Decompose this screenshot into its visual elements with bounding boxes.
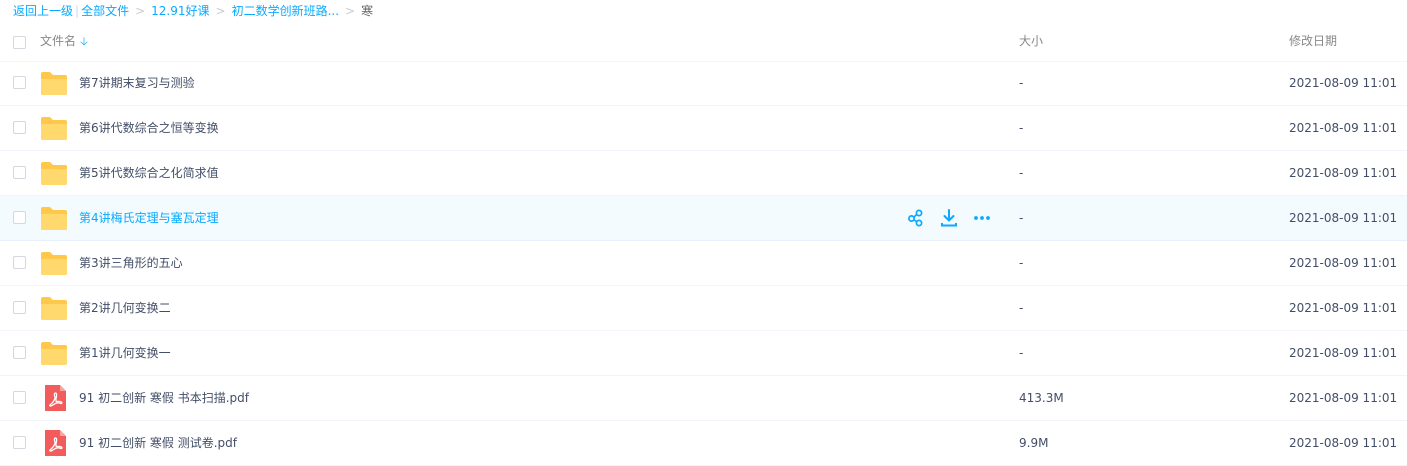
column-header-date[interactable]: 修改日期 [1289, 33, 1337, 49]
modified-date: 2021-08-09 11:01 [1289, 301, 1398, 315]
folder-icon [41, 342, 67, 365]
arrow-down-icon[interactable]: 🡣 [80, 35, 88, 48]
folder-icon [41, 252, 67, 275]
folder-row[interactable]: 第6讲代数综合之恒等变换 - 2021-08-09 11:01 [0, 106, 1407, 151]
folder-row[interactable]: 第3讲三角形的五心 - 2021-08-09 11:01 [0, 241, 1407, 286]
file-type-icon [40, 205, 68, 231]
modified-date: 2021-08-09 11:01 [1289, 166, 1398, 180]
column-header-name[interactable]: 文件名 🡣 [40, 33, 88, 50]
more-icon[interactable] [972, 208, 992, 228]
file-size: - [1019, 121, 1024, 135]
breadcrumb-item-all-files[interactable]: 全部文件 [81, 4, 129, 18]
file-type-icon [40, 430, 68, 456]
pdf-file-icon [45, 430, 66, 456]
file-list-header: 文件名 🡣 大小 修改日期 [0, 20, 1407, 62]
file-name-link[interactable]: 第6讲代数综合之恒等变换 [79, 120, 219, 136]
breadcrumb-item-folder-1[interactable]: 12.91好课 [151, 4, 209, 18]
breadcrumb: 返回上一级 | 全部文件 >12.91好课 > 初二数学创新班路... > 寒 [13, 3, 373, 19]
file-size: - [1019, 301, 1024, 315]
share-icon[interactable] [906, 208, 926, 228]
row-checkbox[interactable] [13, 166, 26, 179]
file-row[interactable]: 91 初二创新 寒假 书本扫描.pdf 413.3M 2021-08-09 11:0… [0, 376, 1407, 421]
column-header-name-label: 文件名 [40, 34, 77, 48]
file-size: 413.3M [1019, 391, 1064, 405]
breadcrumb-chevron: > [215, 4, 226, 18]
folder-row[interactable]: 第7讲期末复习与测验 - 2021-08-09 11:01 [0, 61, 1407, 106]
file-size: - [1019, 211, 1024, 225]
file-size: - [1019, 346, 1024, 360]
pdf-file-icon [45, 385, 66, 411]
breadcrumb-chevron: > [135, 4, 146, 18]
file-size: - [1019, 76, 1024, 90]
download-icon[interactable] [939, 208, 959, 228]
file-type-icon [40, 70, 68, 96]
modified-date: 2021-08-09 11:01 [1289, 76, 1398, 90]
file-name-link[interactable]: 第5讲代数综合之化简求值 [79, 165, 219, 181]
breadcrumb-chevron: > [345, 4, 356, 18]
file-name-link[interactable]: 第1讲几何变换一 [79, 345, 171, 361]
breadcrumb-separator: | [75, 4, 80, 18]
breadcrumb-current: 寒 [361, 4, 374, 18]
file-type-icon [40, 160, 68, 186]
folder-icon [41, 207, 67, 230]
modified-date: 2021-08-09 11:01 [1289, 256, 1398, 270]
folder-icon [41, 297, 67, 320]
breadcrumb-item-folder-2[interactable]: 初二数学创新班路... [232, 4, 339, 18]
file-size: - [1019, 256, 1024, 270]
column-header-size[interactable]: 大小 [1019, 33, 1043, 49]
file-type-icon [40, 115, 68, 141]
file-type-icon [40, 340, 68, 366]
folder-row[interactable]: 第1讲几何变换一 - 2021-08-09 11:01 [0, 331, 1407, 376]
row-checkbox[interactable] [13, 301, 26, 314]
modified-date: 2021-08-09 11:01 [1289, 391, 1398, 405]
row-checkbox[interactable] [13, 256, 26, 269]
folder-row[interactable]: 第4讲梅氏定理与塞瓦定理 - 2021-08-09 11:01 [0, 196, 1407, 241]
row-checkbox[interactable] [13, 346, 26, 359]
row-checkbox[interactable] [13, 121, 26, 134]
row-checkbox[interactable] [13, 76, 26, 89]
file-type-icon [40, 295, 68, 321]
folder-row[interactable]: 第2讲几何变换二 - 2021-08-09 11:01 [0, 286, 1407, 331]
file-size: 9.9M [1019, 436, 1049, 450]
modified-date: 2021-08-09 11:01 [1289, 346, 1398, 360]
file-name-link[interactable]: 第7讲期末复习与测验 [79, 75, 195, 91]
folder-icon [41, 117, 67, 140]
file-name-link[interactable]: 第3讲三角形的五心 [79, 255, 183, 271]
file-name-link[interactable]: 91 初二创新 寒假 测试卷.pdf [79, 435, 237, 451]
file-type-icon [40, 385, 68, 411]
file-name-link[interactable]: 91 初二创新 寒假 书本扫描.pdf [79, 390, 249, 406]
file-row[interactable]: 91 初二创新 寒假 测试卷.pdf 9.9M 2021-08-09 11:01 [0, 421, 1407, 466]
folder-icon [41, 72, 67, 95]
modified-date: 2021-08-09 11:01 [1289, 211, 1398, 225]
row-checkbox[interactable] [13, 391, 26, 404]
select-all-checkbox[interactable] [13, 36, 26, 49]
modified-date: 2021-08-09 11:01 [1289, 121, 1398, 135]
modified-date: 2021-08-09 11:01 [1289, 436, 1398, 450]
row-checkbox[interactable] [13, 211, 26, 224]
file-type-icon [40, 250, 68, 276]
row-checkbox[interactable] [13, 436, 26, 449]
file-size: - [1019, 166, 1024, 180]
folder-row[interactable]: 第5讲代数综合之化简求值 - 2021-08-09 11:01 [0, 151, 1407, 196]
folder-icon [41, 162, 67, 185]
file-name-link[interactable]: 第2讲几何变换二 [79, 300, 171, 316]
back-link[interactable]: 返回上一级 [13, 4, 73, 18]
file-name-link[interactable]: 第4讲梅氏定理与塞瓦定理 [79, 210, 219, 226]
